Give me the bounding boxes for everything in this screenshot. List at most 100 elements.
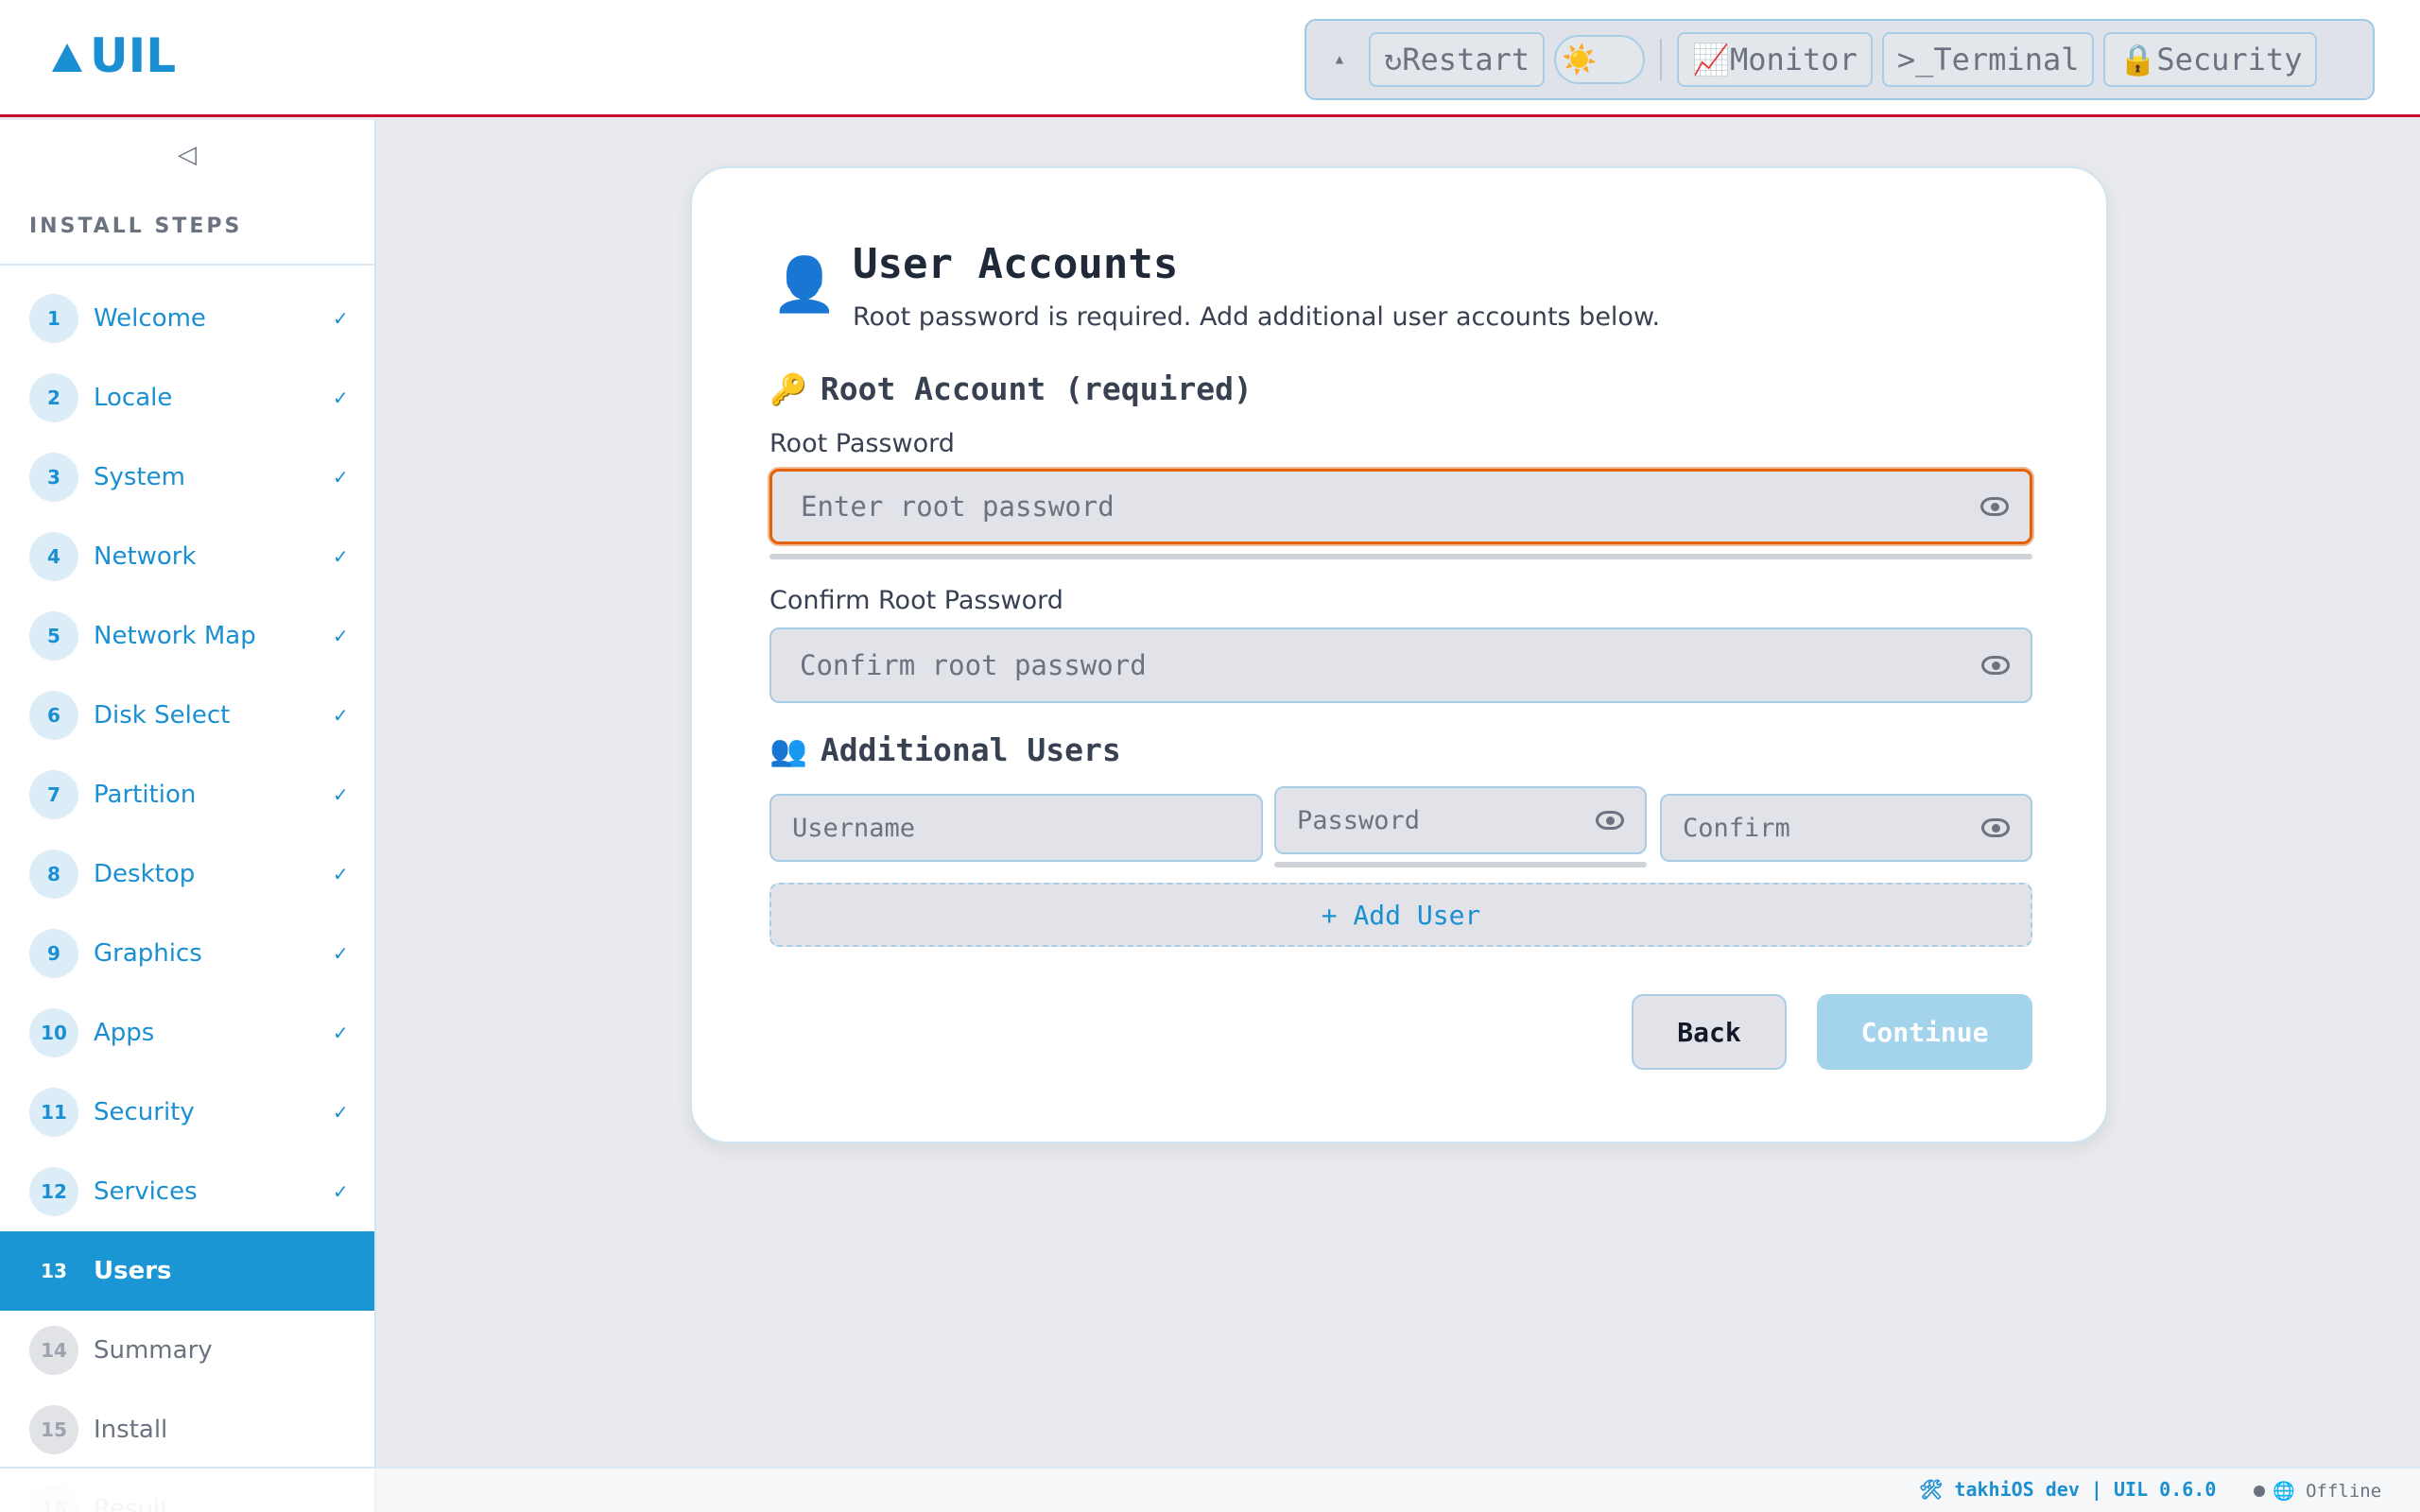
page-subtitle: Root password is required. Add additiona… <box>853 302 1661 332</box>
root-section-title: 🔑 Root Account (required) <box>769 370 1253 407</box>
top-header: UIL ▲ ↻Restart ☀️ 📈Monitor >_Terminal 🔒S… <box>0 0 2420 117</box>
user-icon: 👤 <box>771 254 838 316</box>
sidebar-item-network[interactable]: 4 Network ✓ <box>0 517 374 596</box>
check-icon: ✓ <box>333 783 349 806</box>
status-dot-icon <box>2254 1485 2265 1497</box>
check-icon: ✓ <box>333 387 349 409</box>
new-user-password-input[interactable]: Password <box>1274 786 1647 854</box>
root-password-placeholder: Enter root password <box>801 490 1115 523</box>
show-confirm-eye-icon[interactable] <box>1981 656 2010 675</box>
sidebar-item-partition[interactable]: 7 Partition ✓ <box>0 755 374 834</box>
step-number: 11 <box>29 1088 78 1137</box>
header-toolbar: ▲ ↻Restart ☀️ 📈Monitor >_Terminal 🔒Secur… <box>1305 19 2375 100</box>
key-icon: 🔑 <box>769 370 807 407</box>
sidebar-item-network-map[interactable]: 5 Network Map ✓ <box>0 596 374 676</box>
build-info: 🛠 takhiOS dev | UIL 0.6.0 <box>1919 1478 2217 1501</box>
sidebar-item-welcome[interactable]: 1 Welcome ✓ <box>0 279 374 358</box>
step-number: 3 <box>29 453 78 502</box>
install-steps-sidebar: ◁ INSTALL STEPS 1 Welcome ✓ 2 Locale ✓ 3 System… <box>0 120 376 1512</box>
step-label: Users <box>94 1257 172 1285</box>
sidebar-title: INSTALL STEPS <box>29 215 243 238</box>
add-user-button[interactable]: + Add User <box>769 883 2032 947</box>
step-number: 12 <box>29 1167 78 1216</box>
restart-button[interactable]: ↻Restart <box>1369 32 1546 87</box>
step-label: System <box>94 463 185 491</box>
check-icon: ✓ <box>333 1101 349 1124</box>
sidebar-item-install[interactable]: 15 Install <box>0 1390 374 1469</box>
logo-triangle-icon <box>52 43 82 72</box>
security-button[interactable]: 🔒Security <box>2103 32 2318 87</box>
step-number: 2 <box>29 373 78 422</box>
step-number: 14 <box>29 1326 78 1375</box>
step-label: Desktop <box>94 860 196 888</box>
sidebar-item-disk-select[interactable]: 6 Disk Select ✓ <box>0 676 374 755</box>
step-label: Apps <box>94 1019 155 1047</box>
logo-text: UIL <box>90 28 177 83</box>
users-section-title: 👥 Additional Users <box>769 731 1121 768</box>
monitor-button[interactable]: 📈Monitor <box>1677 32 1873 87</box>
check-icon: ✓ <box>333 942 349 965</box>
confirm-placeholder: Confirm <box>1683 813 1790 843</box>
sidebar-item-system[interactable]: 3 System ✓ <box>0 438 374 517</box>
sidebar-item-apps[interactable]: 10 Apps ✓ <box>0 993 374 1073</box>
step-label: Install <box>94 1416 168 1444</box>
users-section-label: Additional Users <box>820 731 1121 768</box>
show-user-password-eye-icon[interactable] <box>1596 811 1624 830</box>
step-label: Locale <box>94 384 173 412</box>
check-icon: ✓ <box>333 545 349 568</box>
confirm-password-label: Confirm Root Password <box>769 586 1063 615</box>
confirm-password-field[interactable]: Confirm root password <box>769 627 2032 703</box>
root-password-field[interactable]: Enter root password <box>769 469 2032 544</box>
step-number: 10 <box>29 1008 78 1057</box>
username-placeholder: Username <box>792 813 916 843</box>
step-label: Security <box>94 1098 195 1126</box>
check-icon: ✓ <box>333 704 349 727</box>
toolbar-collapse-icon[interactable]: ▲ <box>1320 32 1359 87</box>
status-bar: 🛠 takhiOS dev | UIL 0.6.0 🌐 Offline <box>0 1467 2420 1512</box>
show-user-confirm-eye-icon[interactable] <box>1981 818 2010 837</box>
check-icon: ✓ <box>333 1180 349 1203</box>
step-number: 4 <box>29 532 78 581</box>
step-label: Summary <box>94 1336 213 1365</box>
terminal-button[interactable]: >_Terminal <box>1881 32 2095 87</box>
sidebar-item-security[interactable]: 11 Security ✓ <box>0 1073 374 1152</box>
sidebar-item-locale[interactable]: 2 Locale ✓ <box>0 358 374 438</box>
root-password-label: Root Password <box>769 429 955 458</box>
sidebar-item-graphics[interactable]: 9 Graphics ✓ <box>0 914 374 993</box>
sidebar-item-desktop[interactable]: 8 Desktop ✓ <box>0 834 374 914</box>
theme-toggle[interactable]: ☀️ <box>1554 35 1646 84</box>
root-password-strength-bar <box>769 554 2032 559</box>
sun-icon: ☀️ <box>1562 43 1598 77</box>
user-accounts-card: 👤 User Accounts Root password is require… <box>690 166 2108 1143</box>
continue-button[interactable]: Continue <box>1817 994 2032 1070</box>
step-label: Partition <box>94 781 197 809</box>
back-button[interactable]: Back <box>1632 994 1787 1070</box>
check-icon: ✓ <box>333 1022 349 1044</box>
show-password-eye-icon[interactable] <box>1980 497 2009 516</box>
step-number: 8 <box>29 850 78 899</box>
password-placeholder: Password <box>1297 805 1421 835</box>
user-password-strength-bar <box>1274 862 1647 868</box>
check-icon: ✓ <box>333 625 349 647</box>
app-logo: UIL <box>52 28 176 83</box>
check-icon: ✓ <box>333 466 349 489</box>
step-label: Network Map <box>94 622 256 650</box>
confirm-password-placeholder: Confirm root password <box>800 649 1147 681</box>
new-username-input[interactable]: Username <box>769 794 1263 862</box>
sidebar-collapse-icon[interactable]: ◁ <box>178 141 197 169</box>
page-title: User Accounts <box>853 240 1179 288</box>
toolbar-divider <box>1660 39 1663 80</box>
step-label: Welcome <box>94 304 206 333</box>
sidebar-item-summary[interactable]: 14 Summary <box>0 1311 374 1390</box>
step-number: 9 <box>29 929 78 978</box>
network-status: 🌐 Offline <box>2254 1480 2381 1502</box>
check-icon: ✓ <box>333 863 349 885</box>
users-icon: 👥 <box>769 731 807 768</box>
sidebar-item-users[interactable]: 13 Users <box>0 1231 374 1311</box>
new-user-confirm-input[interactable]: Confirm <box>1660 794 2032 862</box>
step-number: 15 <box>29 1405 78 1454</box>
step-label: Disk Select <box>94 701 231 730</box>
step-number: 1 <box>29 294 78 343</box>
sidebar-item-services[interactable]: 12 Services ✓ <box>0 1152 374 1231</box>
step-number: 13 <box>29 1246 78 1296</box>
